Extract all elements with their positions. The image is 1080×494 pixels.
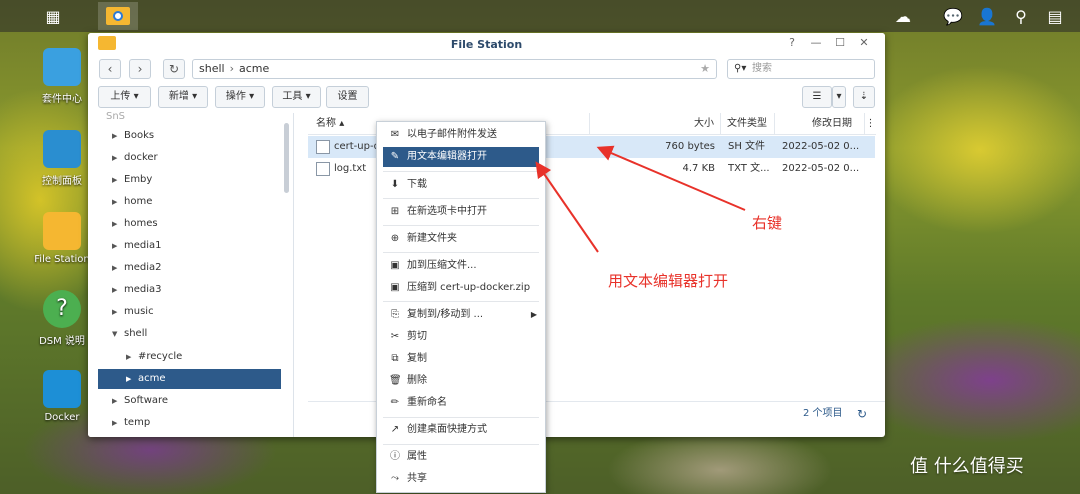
desktop: ▦ ☁ 💬 👤 ⚲ ▤ 套件中心 控制面板 File Station ? DSM… — [0, 0, 1080, 494]
arrow-to-menu-item — [535, 161, 599, 253]
annotation-right-click: 右键 — [752, 214, 783, 232]
watermark: 值 什么值得买 — [910, 456, 1024, 477]
annotation-arrows — [535, 145, 746, 253]
annotation-open-with-editor: 用文本编辑器打开 — [608, 272, 729, 290]
arrow-to-file — [596, 145, 746, 211]
